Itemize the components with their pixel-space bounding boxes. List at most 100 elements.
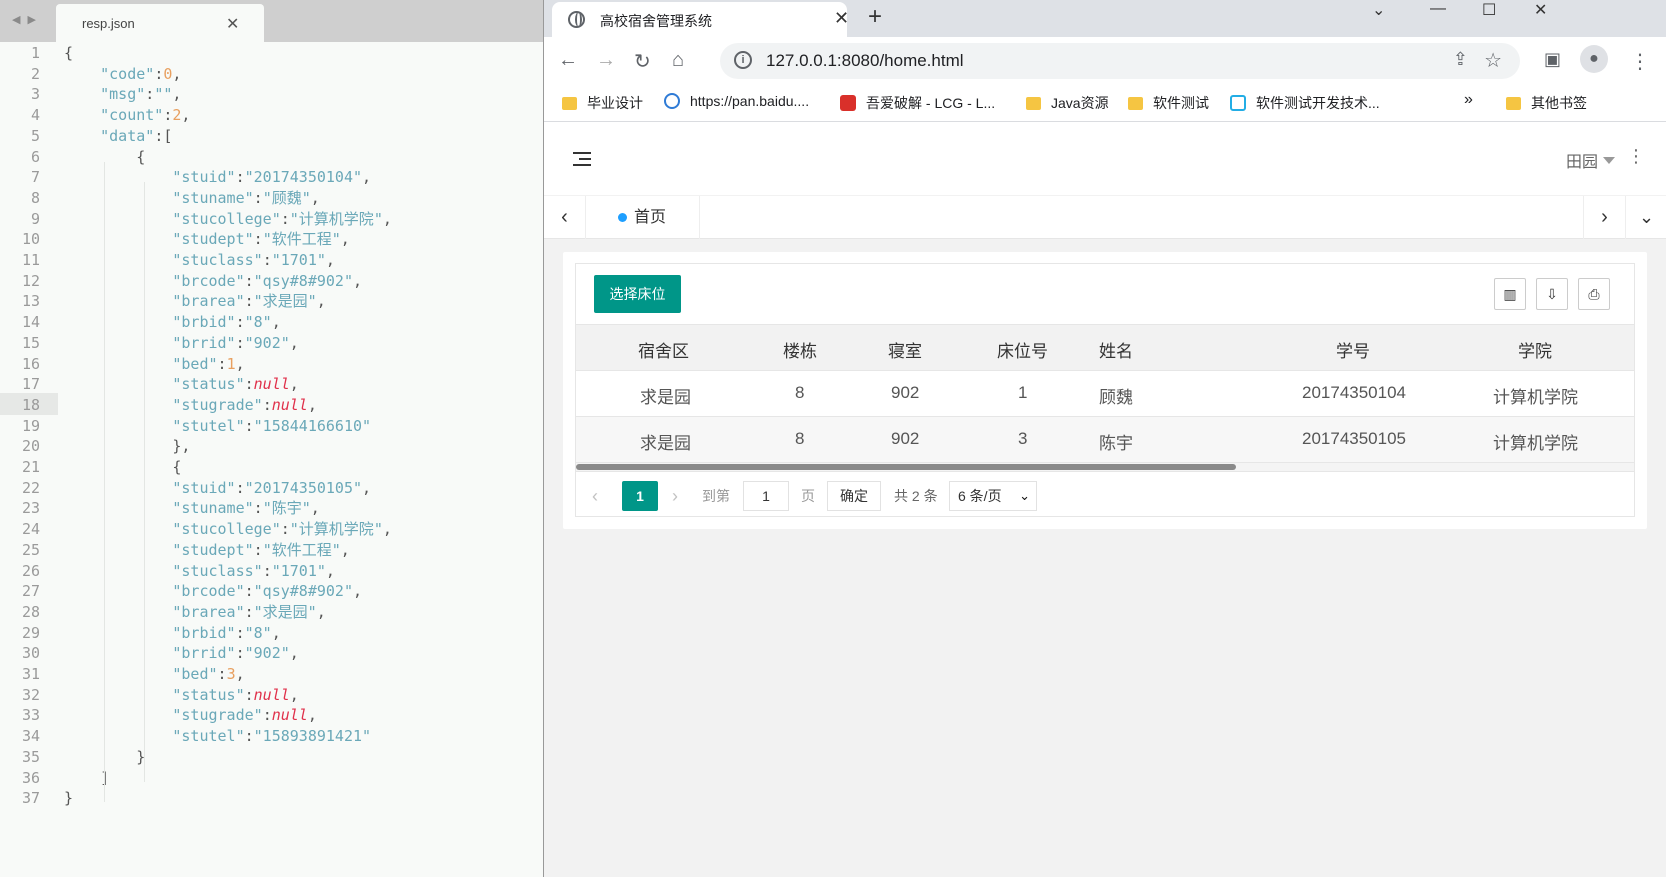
tab-home[interactable]: 首页 [586,196,700,239]
line-number: 17 [21,375,40,394]
line-number: 35 [21,747,40,766]
line-number: 23 [21,499,40,518]
table-row[interactable]: 求是园 8 902 3 陈宇 20174350105 计算机学院 [576,417,1634,463]
columns-filter-icon[interactable]: ▥ [1494,278,1526,310]
code-token: null [271,395,308,414]
content-card: 选择床位 ▥ ⇩ ⎙ 宿舍区 楼栋 寝室 床位号 姓名 学号 学院 求是园 8 [563,252,1647,529]
page-size-value: 6 条/页 [958,488,1002,504]
bookmark-item[interactable]: 毕业设计 [562,93,643,113]
browser-tab[interactable]: 高校宿舍管理系统 ✕ [552,2,849,37]
code-line: "bed":3, [64,663,244,685]
browser-menu-icon[interactable]: ⋮ [1630,49,1650,74]
column-header: 学院 [1518,342,1552,361]
bookmark-item[interactable]: Java资源 [1026,93,1109,113]
export-icon[interactable]: ⇩ [1536,278,1568,310]
prev-page-icon[interactable]: ‹ [592,481,598,511]
code-token: "qsy#8#902" [253,271,353,290]
code-line: "data":[ [64,125,172,147]
code-token: , [353,271,363,290]
bookmark-star-icon[interactable]: ☆ [1484,48,1502,73]
goto-confirm-button[interactable]: 确定 [827,481,881,511]
new-tab-button[interactable]: + [868,3,882,31]
menu-toggle-icon[interactable] [573,152,591,166]
code-token: , [382,520,392,539]
bookmark-item[interactable]: 吾爱破解 - LCG - L... [840,93,995,113]
code-token: : [154,64,164,83]
horizontal-scrollbar[interactable] [576,463,1634,471]
code-token: "计算机学院" [289,520,383,539]
code-token: "data" [100,126,155,145]
other-bookmarks[interactable]: 其他书签 [1506,93,1587,113]
select-bed-button[interactable]: 选择床位 [594,275,681,313]
next-page-icon[interactable]: › [672,481,678,511]
code-token: "20174350104" [244,168,363,187]
more-icon[interactable]: ⋮ [1627,146,1645,167]
page-size-select[interactable]: 6 条/页 ⌄ [949,481,1037,511]
code-line: "stuname":"陈宇", [64,497,319,519]
minimize-icon[interactable]: — [1430,0,1446,18]
window-close-icon[interactable]: ✕ [1534,0,1547,20]
reload-icon[interactable]: ↻ [634,49,651,74]
cell-name: 顾魏 [1099,388,1133,407]
forward-icon[interactable]: → [596,49,616,72]
code-token: , [289,375,299,394]
bookmark-item[interactable]: 软件测试开发技术... [1230,93,1380,113]
code-token: "1701" [271,251,326,269]
bookmark-item[interactable]: https://pan.baidu.... [664,93,809,109]
code-line: "status":null, [64,684,298,706]
code-token: "brarea" [172,292,245,311]
cell-bed: 3 [1018,429,1028,448]
code-token: } [64,789,74,808]
address-bar[interactable]: i 127.0.0.1:8080/home.html ⇪ ☆ [720,43,1520,79]
code-token: : [235,168,245,187]
side-panel-icon[interactable]: ▣ [1544,49,1561,70]
code-token: , [289,333,299,352]
line-number: 15 [21,333,40,352]
maximize-icon[interactable]: ☐ [1482,0,1496,20]
code-token: "msg" [100,85,146,104]
user-name: 田园 [1565,154,1598,171]
bookmark-item[interactable]: 软件测试 [1128,93,1209,113]
tab-search-icon[interactable]: ⌄ [1372,0,1385,20]
code-line: ] [64,767,109,789]
code-line: "stuid":"20174350104", [64,166,371,188]
tab-nav-arrows-icon[interactable]: ◀ ▶ [12,13,38,26]
line-number-gutter: 1 2 3 4 5 6 7 8 9 10 11 12 13 14 15 16 17 18 19 20 21 22 23 24 2… [0,42,52,877]
code-token: : [235,478,245,497]
scrollbar-thumb[interactable] [576,464,1236,470]
bilibili-icon [1230,95,1246,111]
tabs-prev-icon[interactable]: ‹ [544,196,586,239]
code-token: : [262,706,272,725]
line-number: 4 [30,106,40,125]
share-icon[interactable]: ⇪ [1453,49,1468,70]
code-token: , [340,540,350,559]
close-tab-icon[interactable]: ✕ [834,8,849,29]
code-line: "stugrade":null, [64,704,317,726]
active-dot-icon [618,213,627,222]
current-page[interactable]: 1 [622,481,658,511]
editor-file-tab[interactable]: resp.json ✕ [56,4,264,42]
profile-avatar-icon[interactable]: ● [1580,45,1608,73]
home-icon[interactable]: ⌂ [672,49,684,72]
code-token: "计算机学院" [289,209,383,228]
bookmarks-overflow-button[interactable]: » [1464,91,1473,109]
close-icon[interactable]: ✕ [226,14,239,34]
print-icon[interactable]: ⎙ [1578,278,1610,310]
user-menu[interactable]: 田园 [1566,148,1615,172]
code-token: : [244,271,254,290]
table-row[interactable]: 求是园 8 902 1 顾魏 20174350104 计算机学院 [576,371,1634,417]
line-number: 34 [21,727,40,746]
code-token: "brbid" [172,313,236,332]
code-area[interactable]: { "code":0, "msg":"", "count":2, "data":… [58,42,543,877]
goto-page-input[interactable] [743,481,789,511]
back-icon[interactable]: ← [558,49,578,72]
code-token: "count" [100,106,164,125]
tabs-dropdown-icon[interactable]: ⌄ [1625,196,1666,239]
tabs-next-icon[interactable]: › [1583,196,1625,239]
site-info-icon[interactable]: i [734,51,752,69]
